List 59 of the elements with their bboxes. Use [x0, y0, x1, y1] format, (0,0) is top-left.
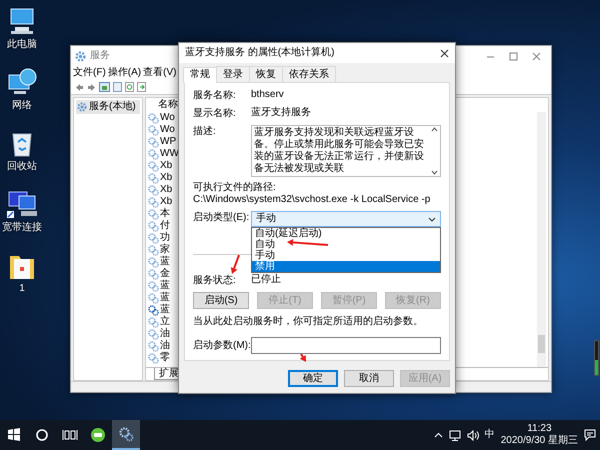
- service-name[interactable]: 付: [160, 220, 170, 232]
- menu-item[interactable]: 查看(V): [143, 67, 176, 79]
- description-text: 蓝牙服务支持发现和关联远程蓝牙设备。停止或禁用此服务可能会导致已安装的蓝牙设备无法正常运行，并使新设备无法被发现或关联: [254, 127, 425, 175]
- clock[interactable]: 11:23 2020/9/30 星期三: [500, 423, 578, 447]
- field-label: 显示名称:: [193, 107, 237, 120]
- desktop-icon-label[interactable]: 1: [19, 283, 25, 295]
- tab[interactable]: 常规: [183, 67, 217, 83]
- window-title: 服务: [90, 50, 110, 62]
- menu-item[interactable]: 操作(A): [108, 67, 142, 79]
- field-label: 启动参数(M):: [193, 339, 251, 352]
- field-label: 服务名称:: [193, 89, 237, 102]
- dropdown-option[interactable]: 禁用: [252, 261, 440, 272]
- service-name[interactable]: WP: [160, 136, 176, 148]
- desktop-icon-label[interactable]: 回收站: [7, 161, 37, 173]
- service-name[interactable]: 功: [160, 232, 170, 244]
- service-name[interactable]: 金: [160, 268, 170, 280]
- service-name[interactable]: 蓝: [160, 304, 170, 316]
- column-header[interactable]: 名称: [158, 99, 178, 111]
- field-label: 描述:: [193, 125, 217, 138]
- service-name[interactable]: Xb: [160, 196, 172, 208]
- path-value: C:\Windows\system32\svchost.exe -k LocalService -p: [193, 194, 432, 206]
- tab[interactable]: 依存关系: [282, 66, 336, 82]
- service-name[interactable]: 零: [160, 352, 170, 364]
- dropdown-option[interactable]: 自动: [252, 239, 440, 250]
- dialog-button[interactable]: 取消: [344, 370, 394, 387]
- field-label: 可执行文件的路径:: [193, 182, 277, 194]
- service-name[interactable]: 蓝: [160, 280, 170, 292]
- hint-text: 当从此处启动服务时，你可指定所适用的启动参数。: [193, 316, 424, 328]
- service-name[interactable]: Xb: [160, 160, 172, 172]
- service-name[interactable]: 油: [160, 328, 170, 340]
- status-value: 已停止: [251, 274, 281, 286]
- desktop-icon-label[interactable]: 宽带连接: [2, 222, 42, 234]
- service-name[interactable]: 家: [160, 244, 170, 256]
- service-name[interactable]: Wo: [160, 112, 175, 124]
- ime-indicator[interactable]: 中: [484, 429, 495, 441]
- service-name[interactable]: Xb: [160, 172, 172, 184]
- field-value: bthserv: [251, 89, 284, 101]
- service-name[interactable]: 蓝: [160, 292, 170, 304]
- service-name[interactable]: Wo: [160, 124, 175, 136]
- startup-type-dropdown[interactable]: 手动: [251, 211, 441, 227]
- field-label: 服务状态:: [193, 274, 237, 287]
- service-name[interactable]: WW: [160, 148, 179, 160]
- field-label: 启动类型(E):: [193, 211, 250, 224]
- service-name[interactable]: 立: [160, 316, 170, 328]
- menu-item[interactable]: 文件(F): [73, 67, 106, 79]
- service-name[interactable]: 油: [160, 340, 170, 352]
- service-name[interactable]: Xb: [160, 184, 172, 196]
- service-name[interactable]: 本: [160, 208, 170, 220]
- service-button[interactable]: 启动(S): [193, 292, 249, 309]
- dropdown-option[interactable]: 自动(延迟启动): [252, 228, 440, 239]
- tree-item[interactable]: 服务(本地): [76, 100, 140, 114]
- dialog-button[interactable]: 确定: [288, 370, 338, 387]
- description-box[interactable]: 蓝牙服务支持发现和关联远程蓝牙设备。停止或禁用此服务可能会导致已安装的蓝牙设备无法正常运行，并使新设备无法被发现或关联: [251, 125, 441, 177]
- service-name[interactable]: 蓝: [160, 256, 170, 268]
- field-value: 蓝牙支持服务: [251, 107, 311, 119]
- desktop-icon-label[interactable]: 网络: [12, 100, 32, 112]
- dropdown-option[interactable]: 手动: [252, 250, 440, 261]
- dialog-title: 蓝牙支持服务 的属性(本地计算机): [185, 47, 334, 59]
- desktop-icon-label[interactable]: 此电脑: [7, 39, 37, 51]
